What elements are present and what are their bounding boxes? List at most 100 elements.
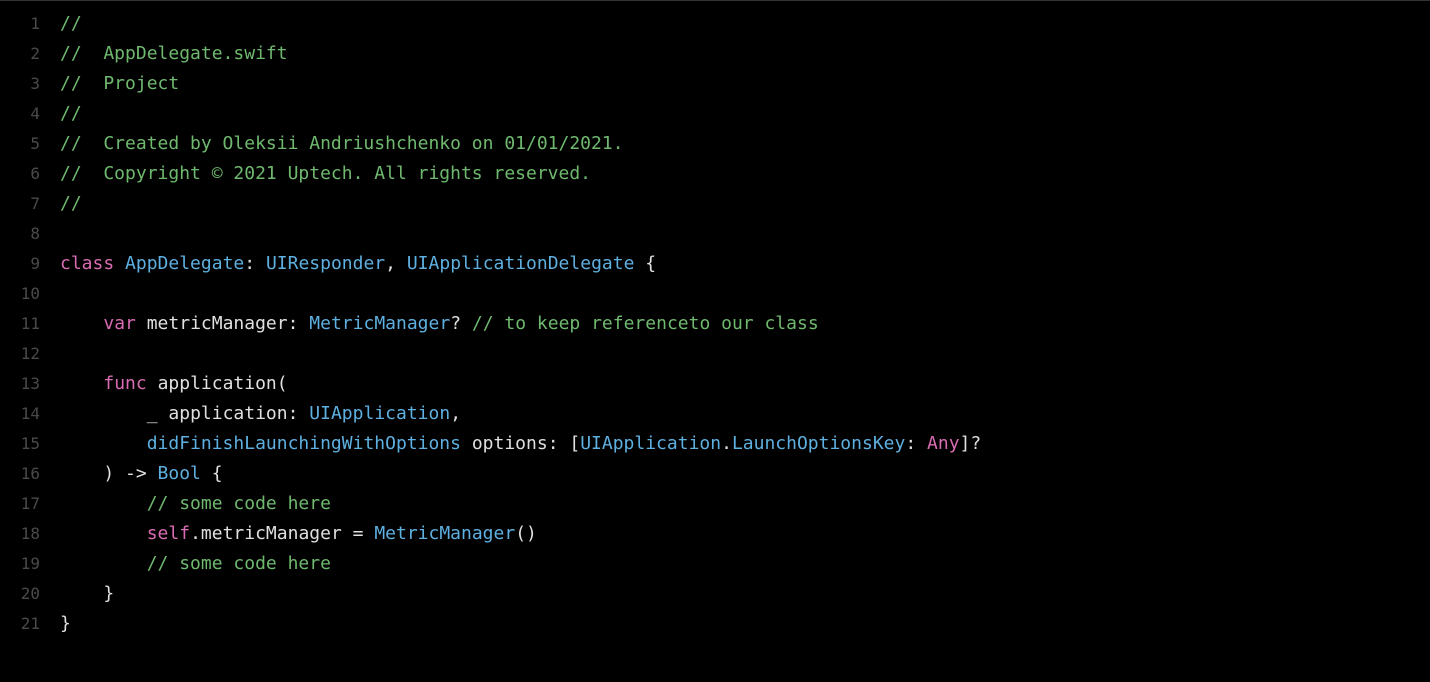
token-punct: ]? xyxy=(960,433,982,454)
code-editor[interactable]: 123456789101112131415161718192021 //// A… xyxy=(0,1,1430,682)
token-type: Bool xyxy=(158,463,201,484)
token-punct: . xyxy=(721,433,732,454)
token-comment: // some code here xyxy=(147,493,331,514)
token-punct: { xyxy=(201,463,223,484)
code-line[interactable]: // xyxy=(60,9,1430,39)
code-line[interactable] xyxy=(60,339,1430,369)
token-punct: . xyxy=(190,523,201,544)
code-line[interactable]: ) -> Bool { xyxy=(60,459,1430,489)
token-comment: // xyxy=(60,103,82,124)
token-type: LaunchOptionsKey xyxy=(732,433,905,454)
line-number-gutter: 123456789101112131415161718192021 xyxy=(0,1,60,682)
token-type: MetricManager xyxy=(309,313,450,334)
line-number: 14 xyxy=(0,399,40,429)
code-line[interactable]: // some code here xyxy=(60,549,1430,579)
line-number: 7 xyxy=(0,189,40,219)
token-punct: ? xyxy=(450,313,472,334)
token-param: didFinishLaunchingWithOptions xyxy=(147,433,461,454)
line-number: 13 xyxy=(0,369,40,399)
code-line[interactable]: didFinishLaunchingWithOptions options: [… xyxy=(60,429,1430,459)
token-keyword: Any xyxy=(927,433,960,454)
token-comment: // to keep referenceto our class xyxy=(472,313,819,334)
line-number: 4 xyxy=(0,99,40,129)
code-line[interactable]: } xyxy=(60,579,1430,609)
token-comment: // Project xyxy=(60,73,179,94)
code-line[interactable]: // Created by Oleksii Andriushchenko on … xyxy=(60,129,1430,159)
token-comment: // Created by Oleksii Andriushchenko on … xyxy=(60,133,624,154)
token-punct: : xyxy=(905,433,927,454)
token-punct xyxy=(60,493,147,514)
token-identifier: metricManager xyxy=(147,313,288,334)
token-keyword: class xyxy=(60,253,114,274)
token-punct xyxy=(60,313,103,334)
token-property: metricManager xyxy=(201,523,342,544)
line-number: 18 xyxy=(0,519,40,549)
code-line[interactable]: self.metricManager = MetricManager() xyxy=(60,519,1430,549)
code-line[interactable]: var metricManager: MetricManager? // to … xyxy=(60,309,1430,339)
code-line[interactable] xyxy=(60,279,1430,309)
token-punct xyxy=(136,313,147,334)
line-number: 9 xyxy=(0,249,40,279)
line-number: 11 xyxy=(0,309,40,339)
token-keyword: var xyxy=(103,313,136,334)
code-line[interactable]: // xyxy=(60,99,1430,129)
token-punct: () xyxy=(515,523,537,544)
token-punct: = xyxy=(342,523,375,544)
line-number: 19 xyxy=(0,549,40,579)
token-punct xyxy=(158,403,169,424)
code-line[interactable]: class AppDelegate: UIResponder, UIApplic… xyxy=(60,249,1430,279)
token-keyword: func xyxy=(103,373,146,394)
line-number: 17 xyxy=(0,489,40,519)
token-punct xyxy=(60,373,103,394)
code-line[interactable]: // Copyright © 2021 Uptech. All rights r… xyxy=(60,159,1430,189)
token-punct: : xyxy=(288,403,310,424)
line-number: 6 xyxy=(0,159,40,189)
line-number: 20 xyxy=(0,579,40,609)
code-line[interactable]: // AppDelegate.swift xyxy=(60,39,1430,69)
token-punct: } xyxy=(60,583,114,604)
token-punct: ( xyxy=(277,373,288,394)
token-punct xyxy=(147,373,158,394)
token-punct: , xyxy=(385,253,407,274)
token-type: UIApplication xyxy=(580,433,721,454)
token-comment: // some code here xyxy=(147,553,331,574)
token-punct xyxy=(60,553,147,574)
token-identifier: _ xyxy=(147,403,158,424)
token-identifier: application xyxy=(168,403,287,424)
token-punct: , xyxy=(450,403,461,424)
code-line[interactable]: // some code here xyxy=(60,489,1430,519)
token-comment: // AppDelegate.swift xyxy=(60,43,288,64)
token-punct: : xyxy=(288,313,310,334)
line-number: 15 xyxy=(0,429,40,459)
code-line[interactable]: // xyxy=(60,189,1430,219)
line-number: 12 xyxy=(0,339,40,369)
token-punct: { xyxy=(634,253,656,274)
line-number: 5 xyxy=(0,129,40,159)
code-line[interactable] xyxy=(60,219,1430,249)
line-number: 21 xyxy=(0,609,40,639)
code-line[interactable]: _ application: UIApplication, xyxy=(60,399,1430,429)
line-number: 2 xyxy=(0,39,40,69)
token-type: UIResponder xyxy=(266,253,385,274)
token-comment: // xyxy=(60,193,82,214)
code-line[interactable]: func application( xyxy=(60,369,1430,399)
token-funcname: application xyxy=(158,373,277,394)
code-line[interactable]: } xyxy=(60,609,1430,639)
line-number: 1 xyxy=(0,9,40,39)
code-line[interactable]: // Project xyxy=(60,69,1430,99)
code-area[interactable]: // // AppDelegate.swift // Project // // Cre… xyxy=(60,1,1430,682)
token-identifier: options xyxy=(472,433,548,454)
line-number: 10 xyxy=(0,279,40,309)
line-number: 16 xyxy=(0,459,40,489)
token-type: AppDelegate xyxy=(125,253,244,274)
token-comment: // Copyright © 2021 Uptech. All rights r… xyxy=(60,163,591,184)
token-punct: ) -> xyxy=(60,463,158,484)
token-punct xyxy=(461,433,472,454)
token-type: MetricManager xyxy=(374,523,515,544)
token-punct xyxy=(60,403,147,424)
line-number: 3 xyxy=(0,69,40,99)
line-number: 8 xyxy=(0,219,40,249)
token-comment: // xyxy=(60,13,82,34)
token-type: UIApplication xyxy=(309,403,450,424)
token-self: self xyxy=(147,523,190,544)
